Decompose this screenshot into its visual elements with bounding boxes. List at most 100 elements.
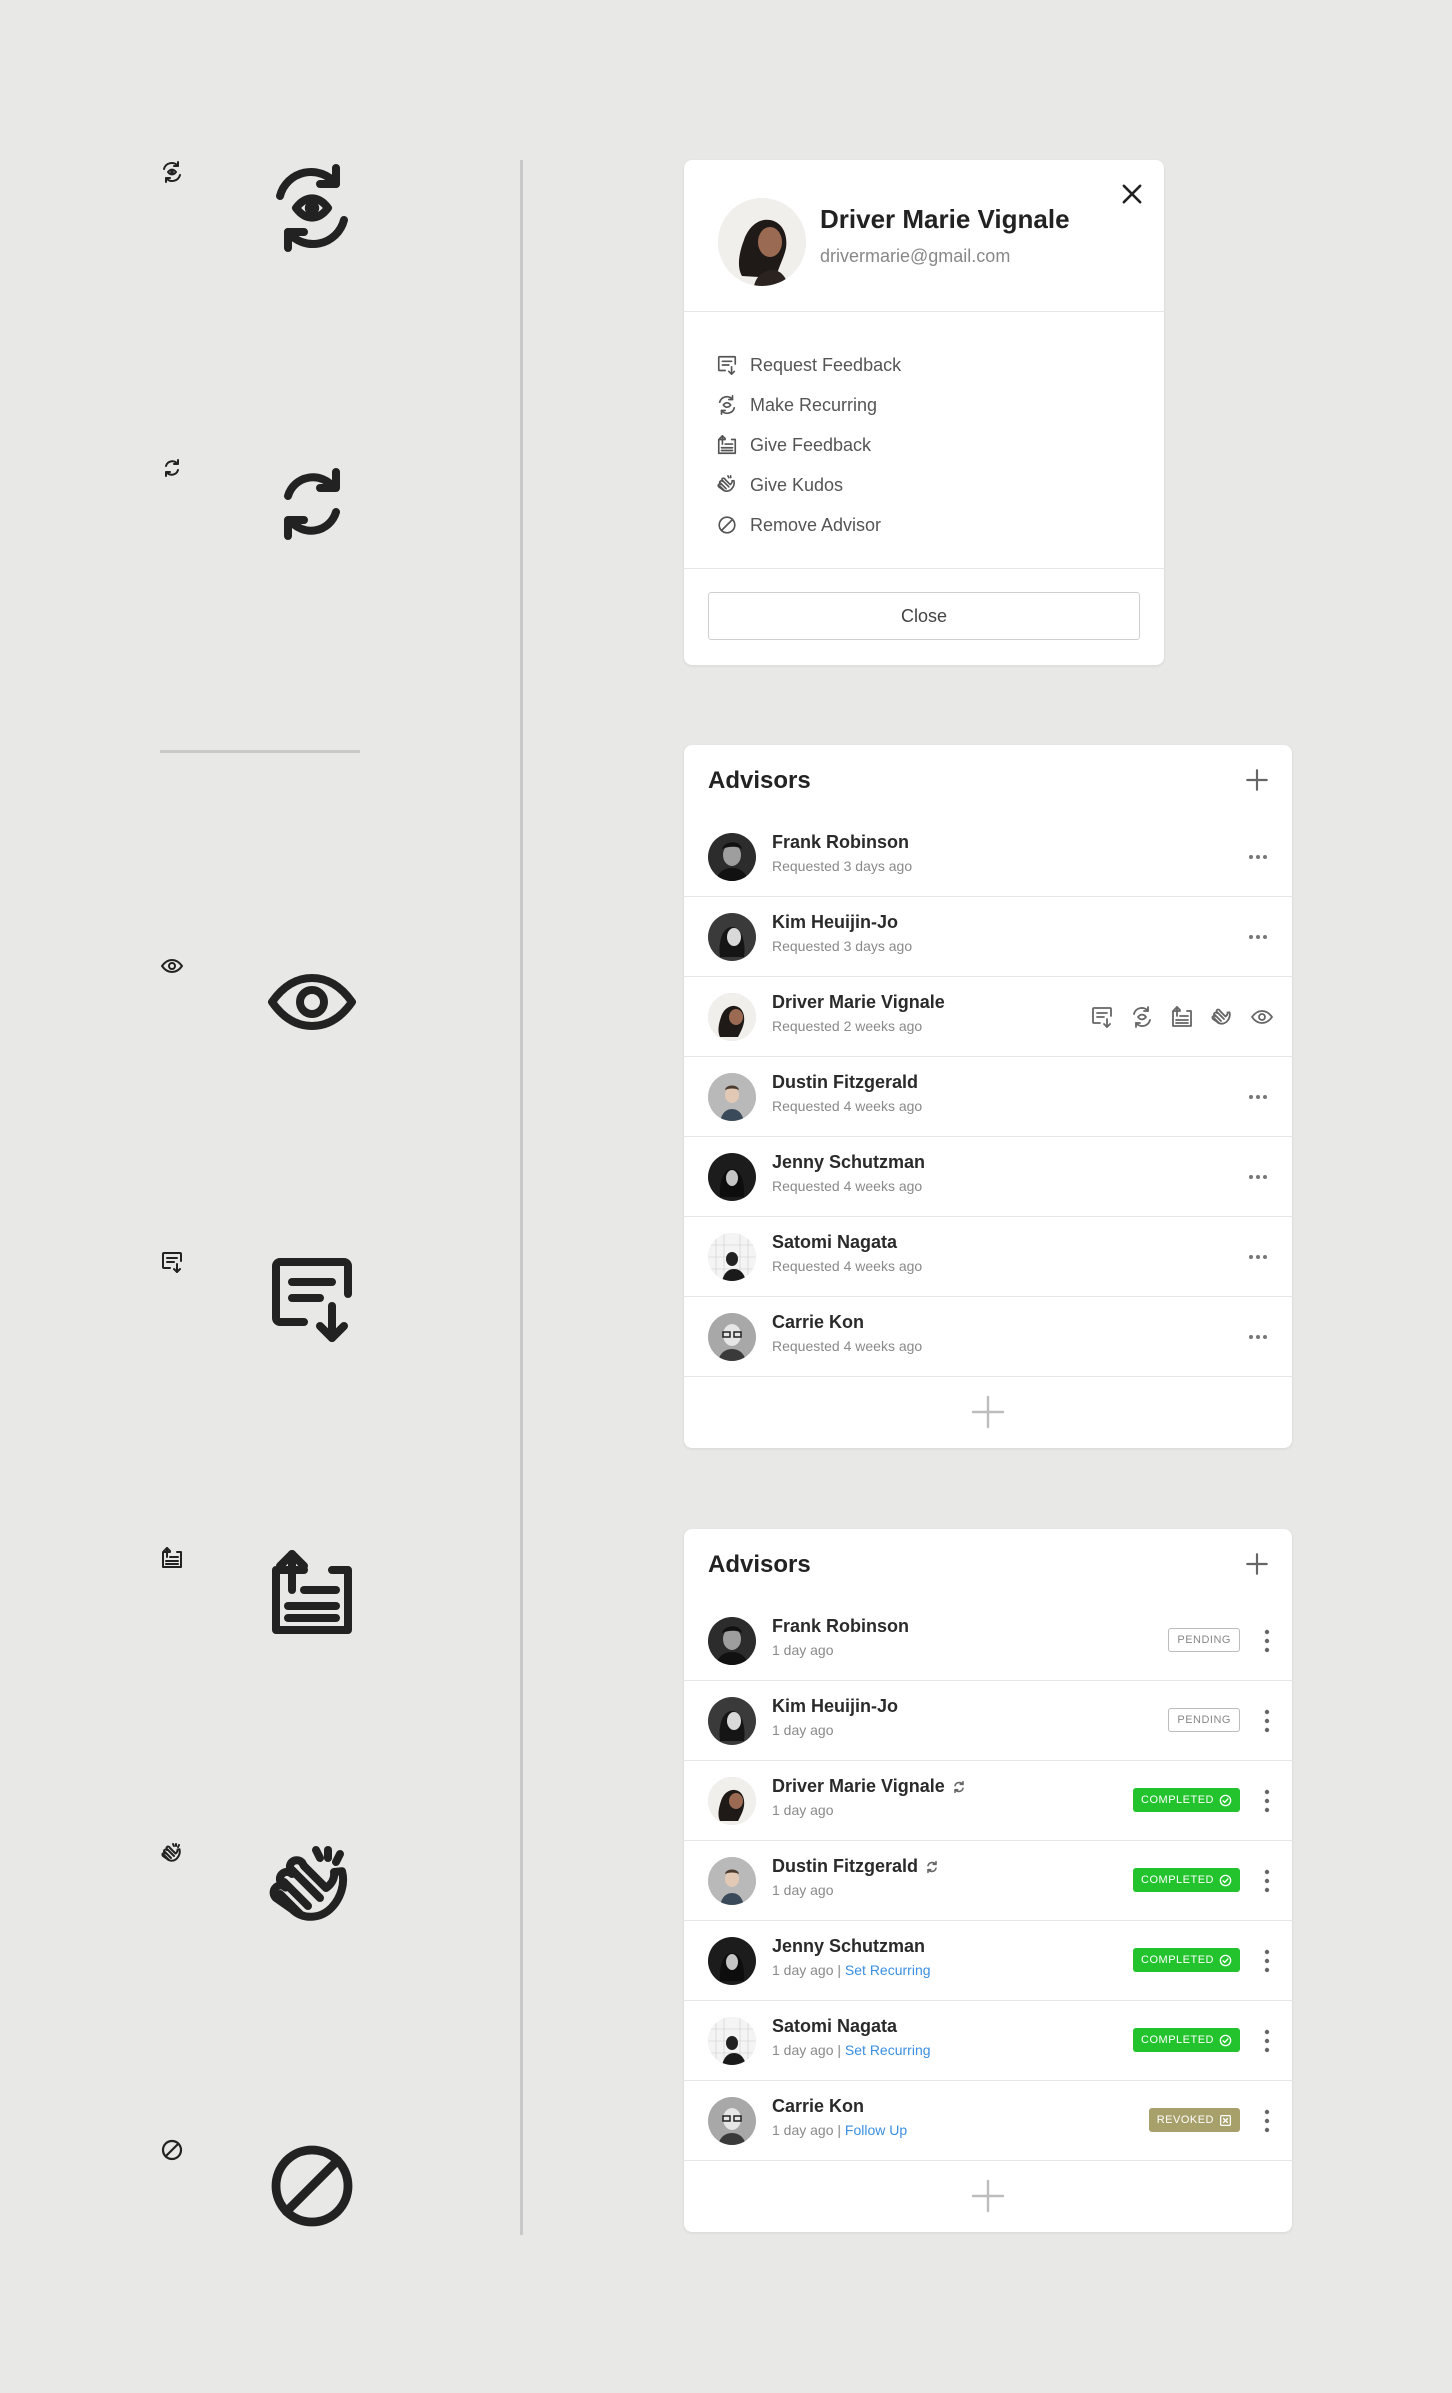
request-feedback-icon — [160, 1250, 184, 1274]
advisor-name-text: Driver Marie Vignale — [772, 1776, 945, 1796]
advisor-row[interactable]: Frank Robinson Requested 3 days ago — [684, 817, 1292, 897]
follow-up-link[interactable]: Follow Up — [845, 2122, 907, 2138]
advisor-row[interactable]: Driver Marie Vignale 1 day ago COMPLETED — [684, 1761, 1292, 1841]
more-horizontal-icon[interactable] — [1246, 1167, 1270, 1187]
advisor-name: Dustin Fitzgerald — [772, 1856, 940, 1877]
add-advisor-button[interactable] — [1244, 1551, 1270, 1577]
advisor-name: Kim Heuijin-Jo — [772, 1696, 899, 1716]
kudos-clap-icon[interactable] — [1210, 1005, 1234, 1029]
menu-item-give-feedback[interactable]: Give Feedback — [716, 430, 871, 460]
status-badge: REVOKED — [1148, 2108, 1240, 2132]
avatar — [708, 1777, 756, 1825]
revoked-square-x-icon — [1219, 2114, 1232, 2127]
status-label: COMPLETED — [1141, 1794, 1214, 1806]
advisor-row[interactable]: Satomi Nagata Requested 4 weeks ago — [684, 1217, 1292, 1297]
request-feedback-icon[interactable] — [1090, 1005, 1114, 1029]
advisor-profile-card: Driver Marie Vignale drivermarie@gmail.c… — [684, 160, 1164, 665]
set-recurring-link[interactable]: Set Recurring — [845, 2042, 931, 2058]
advisor-row[interactable]: Satomi Nagata 1 day ago | Set Recurring … — [684, 2001, 1292, 2081]
advisor-row[interactable]: Dustin Fitzgerald Requested 4 weeks ago — [684, 1057, 1292, 1137]
refresh-icon — [924, 1859, 940, 1875]
set-recurring-link[interactable]: Set Recurring — [845, 1962, 931, 1978]
eye-icon[interactable] — [1250, 1005, 1274, 1029]
advisor-time: 1 day ago — [772, 1962, 834, 1978]
avatar — [708, 1937, 756, 1985]
add-advisor-footer-button[interactable] — [970, 2178, 1006, 2214]
profile-name: Driver Marie Vignale — [820, 204, 1070, 234]
eye-icon — [264, 954, 360, 1050]
advisor-time: 1 day ago — [772, 1882, 834, 1898]
status-badge: COMPLETED — [1133, 2028, 1240, 2052]
more-vertical-icon[interactable] — [1260, 1947, 1274, 1975]
request-feedback-icon — [716, 354, 738, 376]
advisor-name: Driver Marie Vignale — [772, 992, 945, 1012]
row-quick-actions — [1090, 1005, 1274, 1029]
menu-item-label: Request Feedback — [750, 354, 902, 375]
card-title: Advisors — [708, 1551, 811, 1578]
avatar — [708, 1233, 756, 1281]
advisor-row[interactable]: Frank Robinson 1 day ago PENDING — [684, 1601, 1292, 1681]
more-horizontal-icon[interactable] — [1246, 1247, 1270, 1267]
more-vertical-icon[interactable] — [1260, 1707, 1274, 1735]
more-vertical-icon[interactable] — [1260, 2027, 1274, 2055]
advisor-name-text: Dustin Fitzgerald — [772, 1856, 919, 1876]
add-advisor-footer-button[interactable] — [970, 1394, 1006, 1430]
remove-ban-icon — [716, 514, 738, 536]
advisor-name: Frank Robinson — [772, 1616, 910, 1636]
advisor-row[interactable]: Jenny Schutzman 1 day ago | Set Recurrin… — [684, 1921, 1292, 2001]
advisor-subtitle: 1 day ago — [772, 1642, 834, 1658]
advisor-time: 1 day ago — [772, 2042, 834, 2058]
advisor-subtitle: Requested 3 days ago — [772, 938, 913, 954]
recurring-icon — [160, 160, 184, 184]
advisor-subtitle: Requested 2 weeks ago — [772, 1018, 923, 1034]
status-badge: COMPLETED — [1133, 1868, 1240, 1892]
advisor-row[interactable]: Kim Heuijin-Jo 1 day ago PENDING — [684, 1681, 1292, 1761]
menu-item-remove-advisor[interactable]: Remove Advisor — [716, 510, 881, 540]
request-feedback-icon — [264, 1250, 360, 1346]
more-vertical-icon[interactable] — [1260, 1867, 1274, 1895]
more-horizontal-icon[interactable] — [1246, 927, 1270, 947]
kudos-clap-icon — [716, 474, 738, 496]
menu-item-make-recurring[interactable]: Make Recurring — [716, 390, 877, 420]
more-horizontal-icon[interactable] — [1246, 847, 1270, 867]
advisor-row[interactable]: Driver Marie Vignale Requested 2 weeks a… — [684, 977, 1292, 1057]
close-button[interactable]: Close — [708, 592, 1140, 640]
more-vertical-icon[interactable] — [1260, 1787, 1274, 1815]
menu-item-request-feedback[interactable]: Request Feedback — [716, 350, 901, 380]
status-label: PENDING — [1177, 1714, 1231, 1726]
advisor-row[interactable]: Jenny Schutzman Requested 4 weeks ago — [684, 1137, 1292, 1217]
advisor-time: 1 day ago — [772, 1642, 834, 1658]
advisor-row[interactable]: Carrie Kon Requested 4 weeks ago — [684, 1297, 1292, 1377]
menu-item-give-kudos[interactable]: Give Kudos — [716, 470, 843, 500]
give-feedback-icon[interactable] — [1170, 1005, 1194, 1029]
give-feedback-icon — [716, 434, 738, 456]
advisor-name: Frank Robinson — [772, 832, 910, 852]
status-label: PENDING — [1177, 1634, 1231, 1646]
more-horizontal-icon[interactable] — [1246, 1087, 1270, 1107]
recurring-icon[interactable] — [1130, 1005, 1154, 1029]
more-vertical-icon[interactable] — [1260, 1627, 1274, 1655]
advisors-status-card: Advisors Frank Robinson 1 day ago PENDIN… — [684, 1529, 1292, 2232]
menu-item-label: Remove Advisor — [750, 514, 882, 535]
advisor-time: 1 day ago — [772, 1722, 834, 1738]
more-vertical-icon[interactable] — [1260, 2107, 1274, 2135]
status-badge: COMPLETED — [1133, 1948, 1240, 1972]
close-icon[interactable] — [1118, 180, 1146, 208]
add-advisor-button[interactable] — [1244, 767, 1270, 793]
advisor-name: Kim Heuijin-Jo — [772, 912, 899, 932]
eye-icon — [160, 954, 184, 978]
advisor-row[interactable]: Dustin Fitzgerald 1 day ago COMPLETED — [684, 1841, 1292, 1921]
more-horizontal-icon[interactable] — [1246, 1327, 1270, 1347]
avatar — [708, 1617, 756, 1665]
refresh-icon — [264, 456, 360, 552]
avatar — [708, 913, 756, 961]
status-badge: PENDING — [1168, 1708, 1240, 1732]
advisor-row[interactable]: Kim Heuijin-Jo Requested 3 days ago — [684, 897, 1292, 977]
status-label: COMPLETED — [1141, 1874, 1214, 1886]
advisor-row[interactable]: Carrie Kon 1 day ago | Follow Up REVOKED — [684, 2081, 1292, 2161]
advisor-name: Driver Marie Vignale — [772, 1776, 967, 1797]
profile-email: drivermarie@gmail.com — [820, 246, 1011, 266]
menu-divider — [684, 568, 1164, 569]
refresh-icon — [160, 456, 184, 480]
check-circle-icon — [1219, 1794, 1232, 1807]
